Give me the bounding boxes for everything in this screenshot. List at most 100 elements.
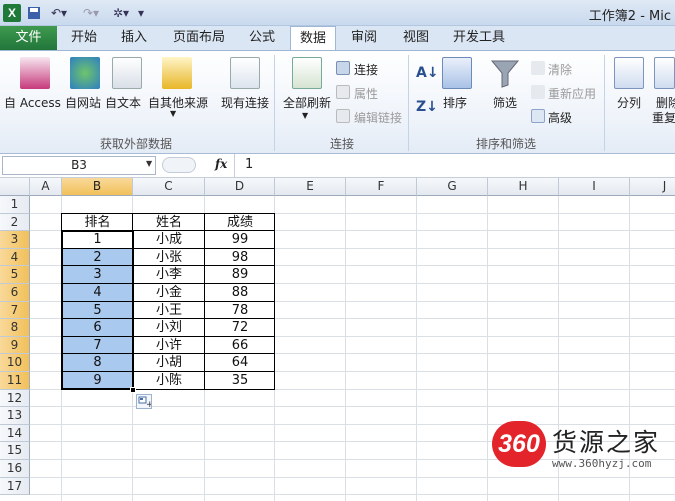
auto-fill-options-icon[interactable]: + — [136, 394, 154, 410]
from-text-label: 自文本 — [105, 96, 142, 110]
connections-button[interactable]: 连接 — [354, 61, 378, 78]
tab-home[interactable]: 开始 — [62, 26, 106, 50]
table-cell[interactable]: 99 — [205, 231, 275, 249]
row-header-4[interactable]: 4 — [0, 248, 30, 267]
formula-input[interactable]: 1 — [245, 157, 253, 172]
tab-page-layout[interactable]: 页面布局 — [166, 26, 232, 50]
tab-developer[interactable]: 开发工具 — [446, 26, 512, 50]
clear-button[interactable]: 清除 — [548, 61, 572, 78]
quick-access-menu-icon[interactable]: ▾ — [136, 4, 146, 22]
sort-ascending-icon[interactable]: A↓ — [416, 65, 439, 81]
ribbon-separator — [274, 55, 275, 151]
customize-tool-icon[interactable]: ✲▾ — [110, 4, 132, 22]
table-cell[interactable]: 9 — [62, 372, 133, 390]
table-cell[interactable]: 98 — [205, 249, 275, 267]
row-header-9[interactable]: 9 — [0, 336, 30, 355]
advanced-button[interactable]: 高级 — [548, 109, 572, 126]
tab-file[interactable]: 文件 — [0, 26, 57, 50]
group-label-sort-filter: 排序和筛选 — [476, 137, 537, 151]
column-header-i[interactable]: I — [559, 178, 630, 196]
table-border — [62, 353, 275, 355]
table-header-cell[interactable]: 排名 — [62, 214, 133, 232]
row-header-14[interactable]: 14 — [0, 424, 30, 443]
tab-insert[interactable]: 插入 — [112, 26, 156, 50]
table-cell[interactable]: 2 — [62, 249, 133, 267]
gridline-vertical — [487, 196, 488, 501]
table-cell[interactable]: 6 — [62, 319, 133, 337]
row-header-6[interactable]: 6 — [0, 284, 30, 302]
name-box-dropdown-icon[interactable]: ▼ — [146, 159, 152, 168]
table-header-cell[interactable]: 姓名 — [133, 214, 205, 232]
insert-function-icon[interactable]: fx — [215, 157, 227, 171]
name-box[interactable]: B3 — [2, 156, 156, 175]
table-cell[interactable]: 3 — [62, 266, 133, 284]
active-cell[interactable]: 1 — [62, 231, 133, 249]
row-header-13[interactable]: 13 — [0, 407, 30, 425]
redo-icon[interactable]: ↷▾ — [80, 4, 102, 22]
table-cell[interactable]: 7 — [62, 337, 133, 355]
column-header-f[interactable]: F — [346, 178, 417, 196]
row-header-11[interactable]: 11 — [0, 372, 30, 390]
table-cell[interactable]: 小许 — [133, 337, 205, 355]
table-cell[interactable]: 72 — [205, 319, 275, 337]
table-cell[interactable]: 35 — [205, 372, 275, 390]
table-cell[interactable]: 89 — [205, 266, 275, 284]
column-header-c[interactable]: C — [133, 178, 205, 196]
from-access-label: 自 Access — [4, 96, 61, 110]
fill-handle[interactable] — [130, 386, 136, 393]
table-cell[interactable]: 5 — [62, 302, 133, 320]
table-cell[interactable]: 8 — [62, 354, 133, 372]
column-header-j[interactable]: J — [630, 178, 675, 196]
excel-logo-icon[interactable]: X — [3, 4, 21, 22]
sort-descending-icon[interactable]: Z↓ — [416, 99, 438, 115]
edit-links-icon — [336, 109, 350, 123]
row-header-1[interactable]: 1 — [0, 196, 30, 214]
row-header-15[interactable]: 15 — [0, 442, 30, 460]
table-cell[interactable]: 小陈 — [133, 372, 205, 390]
table-cell[interactable]: 小金 — [133, 284, 205, 302]
row-header-17[interactable]: 17 — [0, 477, 30, 496]
table-cell[interactable]: 88 — [205, 284, 275, 302]
row-header-3[interactable]: 3 — [0, 231, 30, 249]
select-all-corner[interactable] — [0, 178, 30, 196]
row-header-10[interactable]: 10 — [0, 354, 30, 372]
table-cell[interactable]: 64 — [205, 354, 275, 372]
edit-links-button[interactable]: 编辑链接 — [354, 109, 402, 126]
table-cell[interactable]: 小王 — [133, 302, 205, 320]
reapply-button[interactable]: 重新应用 — [548, 85, 596, 102]
row-header-5[interactable]: 5 — [0, 266, 30, 284]
column-header-e[interactable]: E — [275, 178, 346, 196]
properties-button[interactable]: 属性 — [354, 85, 378, 102]
table-cell[interactable]: 4 — [62, 284, 133, 302]
tab-formulas[interactable]: 公式 — [240, 26, 284, 50]
table-cell[interactable]: 小李 — [133, 266, 205, 284]
watermark-name: 货源之家 — [552, 428, 661, 457]
table-cell[interactable]: 小刘 — [133, 319, 205, 337]
sort-label: 排序 — [443, 96, 468, 110]
tab-data[interactable]: 数据 — [290, 26, 336, 51]
text-file-icon — [112, 57, 142, 89]
tab-review[interactable]: 审阅 — [342, 26, 386, 50]
row-header-12[interactable]: 12 — [0, 389, 30, 408]
row-header-2[interactable]: 2 — [0, 213, 30, 232]
from-web-label: 自网站 — [65, 96, 102, 110]
table-cell[interactable]: 小胡 — [133, 354, 205, 372]
connections-icon — [336, 61, 350, 75]
column-header-h[interactable]: H — [488, 178, 559, 196]
tab-view[interactable]: 视图 — [394, 26, 438, 50]
formula-bar-resize-handle[interactable] — [162, 157, 196, 173]
row-header-16[interactable]: 16 — [0, 460, 30, 478]
column-header-a[interactable]: A — [30, 178, 62, 196]
column-header-g[interactable]: G — [417, 178, 488, 196]
table-cell[interactable]: 66 — [205, 337, 275, 355]
table-cell[interactable]: 小成 — [133, 231, 205, 249]
row-header-7[interactable]: 7 — [0, 301, 30, 320]
column-header-b[interactable]: B — [62, 178, 133, 196]
table-cell[interactable]: 小张 — [133, 249, 205, 267]
table-cell[interactable]: 78 — [205, 302, 275, 320]
row-header-8[interactable]: 8 — [0, 319, 30, 337]
table-header-cell[interactable]: 成绩 — [205, 214, 275, 232]
column-header-d[interactable]: D — [205, 178, 275, 196]
undo-icon[interactable]: ↶▾ — [48, 4, 70, 22]
save-icon[interactable] — [26, 4, 42, 22]
